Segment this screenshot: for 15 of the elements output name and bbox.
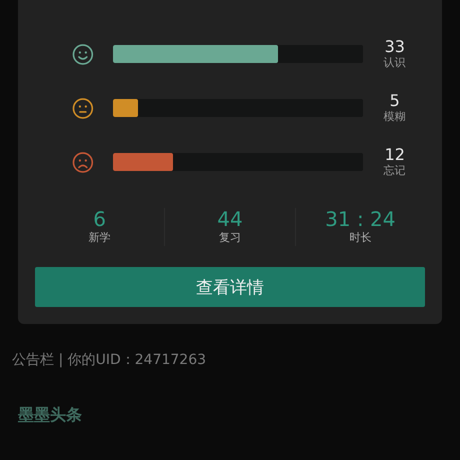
section-title: 墨墨头条 xyxy=(18,405,83,426)
stat-label: 新学 xyxy=(88,230,111,246)
count-value: 12 xyxy=(384,146,405,164)
notice-text: 公告栏 | 你的UID：24717263 xyxy=(12,351,208,369)
details-button[interactable]: 查看详情 xyxy=(35,267,425,307)
stat-label: 时长 xyxy=(349,230,372,246)
count-label: 忘记 xyxy=(384,164,406,178)
stat-value: 44 xyxy=(217,208,243,230)
stat-value: 31 : 24 xyxy=(325,208,396,230)
count-value: 5 xyxy=(390,92,400,110)
count-label: 模糊 xyxy=(384,110,406,124)
stat-label: 复习 xyxy=(218,230,241,246)
stat-value: 6 xyxy=(93,208,106,230)
count-label: 认识 xyxy=(384,56,406,70)
count-value: 33 xyxy=(384,38,405,56)
